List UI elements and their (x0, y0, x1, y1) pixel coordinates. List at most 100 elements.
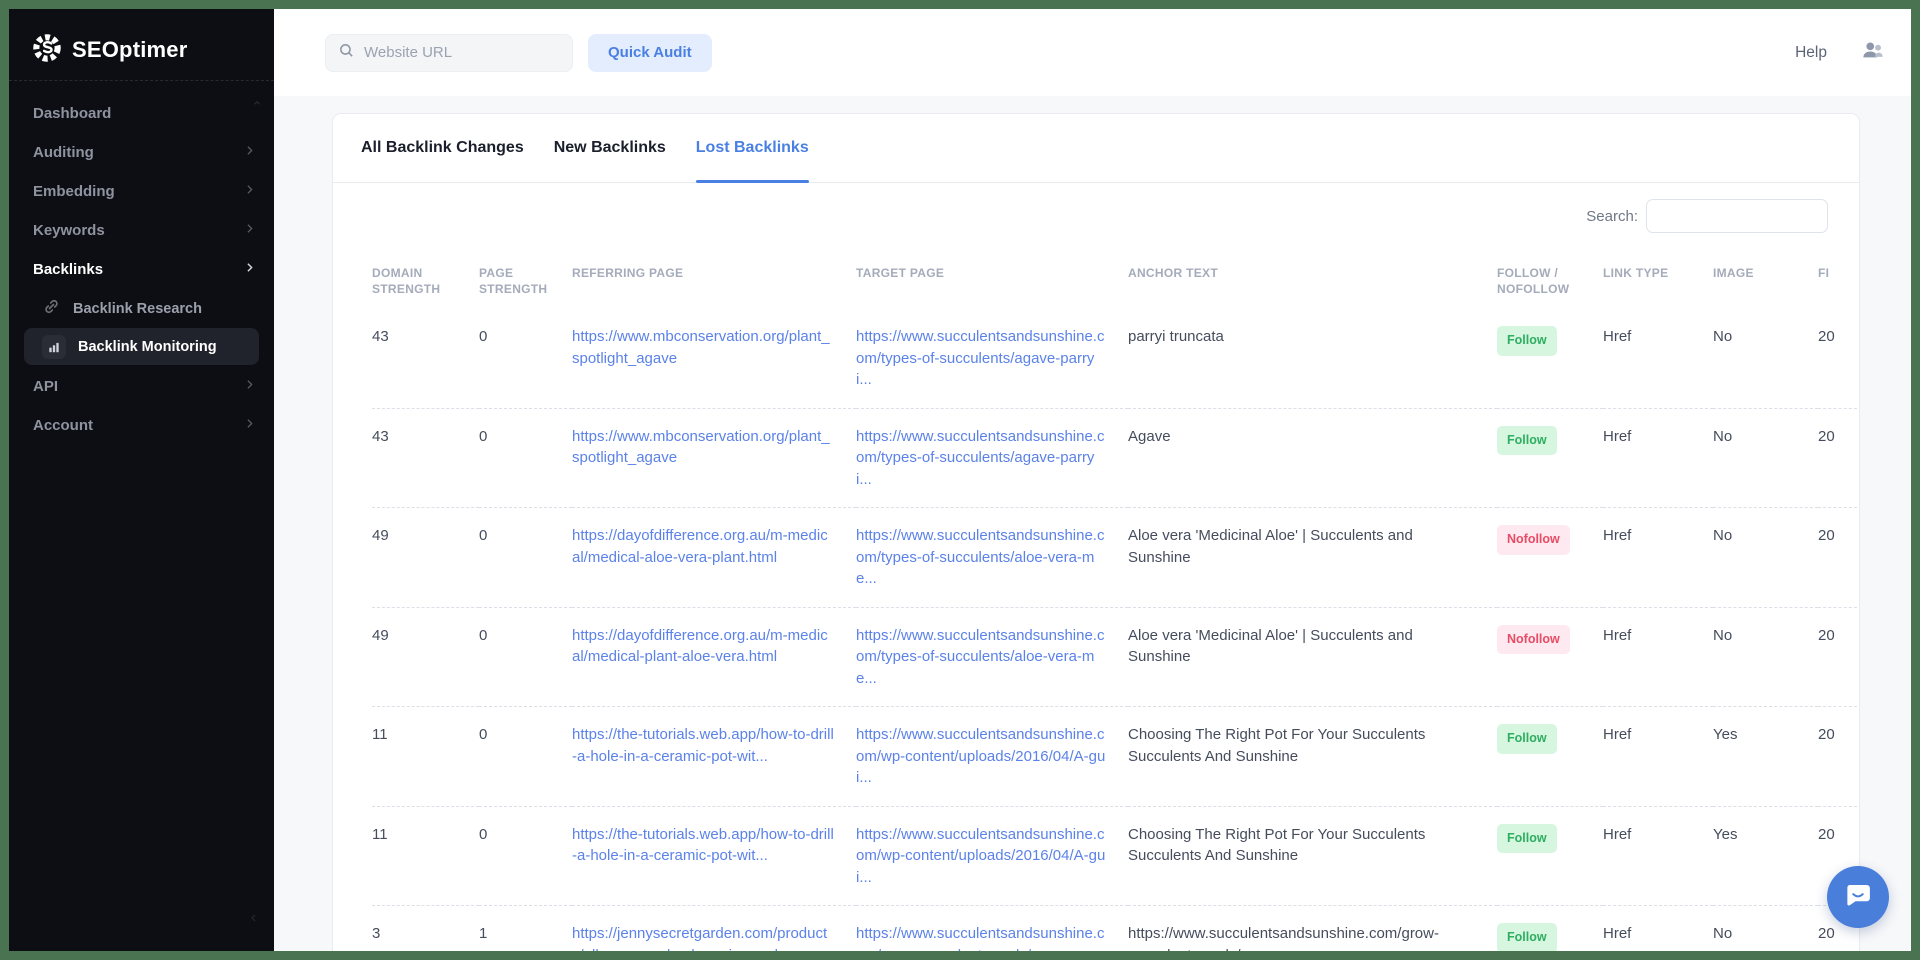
table-row: 49 0 https://dayofdifference.org.au/m-me… (372, 508, 1860, 608)
referring-page-link[interactable]: https://dayofdifference.org.au/m-medical… (572, 627, 828, 666)
sidebar-item-label: Dashboard (33, 105, 111, 122)
cell-domain-strength: 11 (372, 707, 479, 807)
cell-first-seen: 20 (1818, 508, 1860, 608)
sidebar-item-auditing[interactable]: Auditing (9, 133, 274, 172)
sidebar-item-label: Backlinks (33, 261, 103, 278)
referring-page-link[interactable]: https://the-tutorials.web.app/how-to-dri… (572, 826, 834, 865)
cell-domain-strength: 43 (372, 309, 479, 408)
sidebar-item-backlink-monitoring[interactable]: Backlink Monitoring (24, 328, 259, 365)
cell-link-type: Href (1603, 607, 1713, 707)
follow-badge: Follow (1497, 426, 1557, 456)
cell-page-strength: 0 (479, 309, 572, 408)
target-page-link[interactable]: https://www.succulentsandsunshine.com/ty… (856, 627, 1104, 687)
sidebar-item-keywords[interactable]: Keywords (9, 211, 274, 250)
col-header-first-seen: FI (1818, 239, 1860, 309)
sidebar-item-embedding[interactable]: Embedding (9, 172, 274, 211)
help-link[interactable]: Help (1795, 44, 1827, 62)
cell-anchor-text: parryi truncata (1128, 309, 1497, 408)
logo[interactable]: SEOptimer (9, 9, 274, 71)
sidebar-item-backlink-research[interactable]: Backlink Research (24, 290, 259, 327)
table-row: 43 0 https://www.mbconservation.org/plan… (372, 408, 1860, 508)
tab-new-backlinks[interactable]: New Backlinks (554, 114, 666, 182)
cell-image: No (1713, 309, 1818, 408)
topbar-right: Help (1795, 39, 1911, 66)
cell-referring-page: https://dayofdifference.org.au/m-medical… (572, 508, 856, 608)
search-icon (338, 42, 355, 64)
table-search-row: Search: (333, 199, 1828, 233)
table-search-input[interactable] (1646, 199, 1828, 233)
user-menu-icon[interactable] (1860, 39, 1886, 66)
link-icon (42, 297, 61, 320)
referring-page-link[interactable]: https://www.mbconservation.org/plant_spo… (572, 328, 830, 367)
table-row: 11 0 https://the-tutorials.web.app/how-t… (372, 707, 1860, 807)
target-page-link[interactable]: https://www.succulentsandsunshine.com/ty… (856, 328, 1104, 388)
target-page-link[interactable]: https://www.succulentsandsunshine.com/gr… (856, 925, 1104, 951)
tab-lost-backlinks[interactable]: Lost Backlinks (696, 114, 809, 182)
cell-page-strength: 0 (479, 408, 572, 508)
cell-image: No (1713, 408, 1818, 508)
sidebar-item-backlinks[interactable]: Backlinks (9, 250, 274, 289)
search-label: Search: (1586, 208, 1638, 225)
cell-link-type: Href (1603, 508, 1713, 608)
cell-anchor-text: Aloe vera 'Medicinal Aloe' | Succulents … (1128, 508, 1497, 608)
cell-link-type: Href (1603, 707, 1713, 807)
follow-badge: Nofollow (1497, 525, 1570, 555)
cell-first-seen: 20 (1818, 607, 1860, 707)
cell-link-type: Href (1603, 309, 1713, 408)
sidebar-item-account[interactable]: Account (9, 406, 274, 445)
cell-target-page: https://www.succulentsandsunshine.com/ty… (856, 607, 1128, 707)
sidebar-item-label: Keywords (33, 222, 105, 239)
cell-target-page: https://www.succulentsandsunshine.com/ty… (856, 309, 1128, 408)
cell-follow: Nofollow (1497, 508, 1603, 608)
cell-referring-page: https://the-tutorials.web.app/how-to-dri… (572, 806, 856, 906)
quick-audit-button[interactable]: Quick Audit (588, 34, 712, 72)
logo-text: SEOptimer (72, 37, 188, 63)
referring-page-link[interactable]: https://www.mbconservation.org/plant_spo… (572, 428, 830, 467)
chat-widget-button[interactable] (1827, 866, 1889, 928)
sidebar-item-api[interactable]: API (9, 367, 274, 406)
cell-page-strength: 0 (479, 806, 572, 906)
cell-follow: Follow (1497, 408, 1603, 508)
follow-badge: Follow (1497, 724, 1557, 754)
website-url-input[interactable] (364, 44, 560, 61)
cell-first-seen: 20 (1818, 309, 1860, 408)
cell-follow: Follow (1497, 309, 1603, 408)
referring-page-link[interactable]: https://jennysecretgarden.com/products/a… (572, 925, 827, 951)
seoptimer-gear-icon (31, 32, 63, 69)
col-header-image: IMAGE (1713, 239, 1818, 309)
cell-first-seen: 20 (1818, 408, 1860, 508)
bar-chart-icon (42, 335, 66, 359)
cell-anchor-text: Agave (1128, 408, 1497, 508)
col-header-domain-strength: DOMAIN STRENGTH (372, 239, 479, 309)
cell-domain-strength: 43 (372, 408, 479, 508)
target-page-link[interactable]: https://www.succulentsandsunshine.com/wp… (856, 726, 1105, 786)
website-url-searchbox[interactable] (325, 34, 573, 72)
referring-page-link[interactable]: https://the-tutorials.web.app/how-to-dri… (572, 726, 834, 765)
follow-badge: Follow (1497, 824, 1557, 854)
col-header-follow-nofollow: FOLLOW / NOFOLLOW (1497, 239, 1603, 309)
cell-image: Yes (1713, 707, 1818, 807)
sidebar-item-dashboard[interactable]: Dashboard (9, 94, 274, 133)
sidebar-divider (9, 80, 274, 81)
cell-target-page: https://www.succulentsandsunshine.com/gr… (856, 906, 1128, 952)
sidebar-pin-icon[interactable] (252, 95, 262, 113)
cell-referring-page: https://www.mbconservation.org/plant_spo… (572, 309, 856, 408)
table-row: 11 0 https://the-tutorials.web.app/how-t… (372, 806, 1860, 906)
main-content: All Backlink Changes New Backlinks Lost … (274, 96, 1911, 951)
cell-referring-page: https://the-tutorials.web.app/how-to-dri… (572, 707, 856, 807)
target-page-link[interactable]: https://www.succulentsandsunshine.com/ty… (856, 527, 1104, 587)
cell-page-strength: 1 (479, 906, 572, 952)
cell-target-page: https://www.succulentsandsunshine.com/ty… (856, 408, 1128, 508)
follow-badge: Follow (1497, 326, 1557, 356)
app-screen: SEOptimer Dashboard Auditing Embedding K… (9, 9, 1911, 951)
sidebar-collapse-icon[interactable] (248, 911, 260, 929)
cell-image: No (1713, 607, 1818, 707)
referring-page-link[interactable]: https://dayofdifference.org.au/m-medical… (572, 527, 828, 566)
target-page-link[interactable]: https://www.succulentsandsunshine.com/wp… (856, 826, 1105, 886)
sidebar: SEOptimer Dashboard Auditing Embedding K… (9, 9, 274, 951)
target-page-link[interactable]: https://www.succulentsandsunshine.com/ty… (856, 428, 1104, 488)
sidebar-nav: Dashboard Auditing Embedding Keywords Ba… (9, 81, 274, 445)
sidebar-item-label: Embedding (33, 183, 115, 200)
tab-all-backlink-changes[interactable]: All Backlink Changes (361, 114, 524, 182)
table-row: 49 0 https://dayofdifference.org.au/m-me… (372, 607, 1860, 707)
